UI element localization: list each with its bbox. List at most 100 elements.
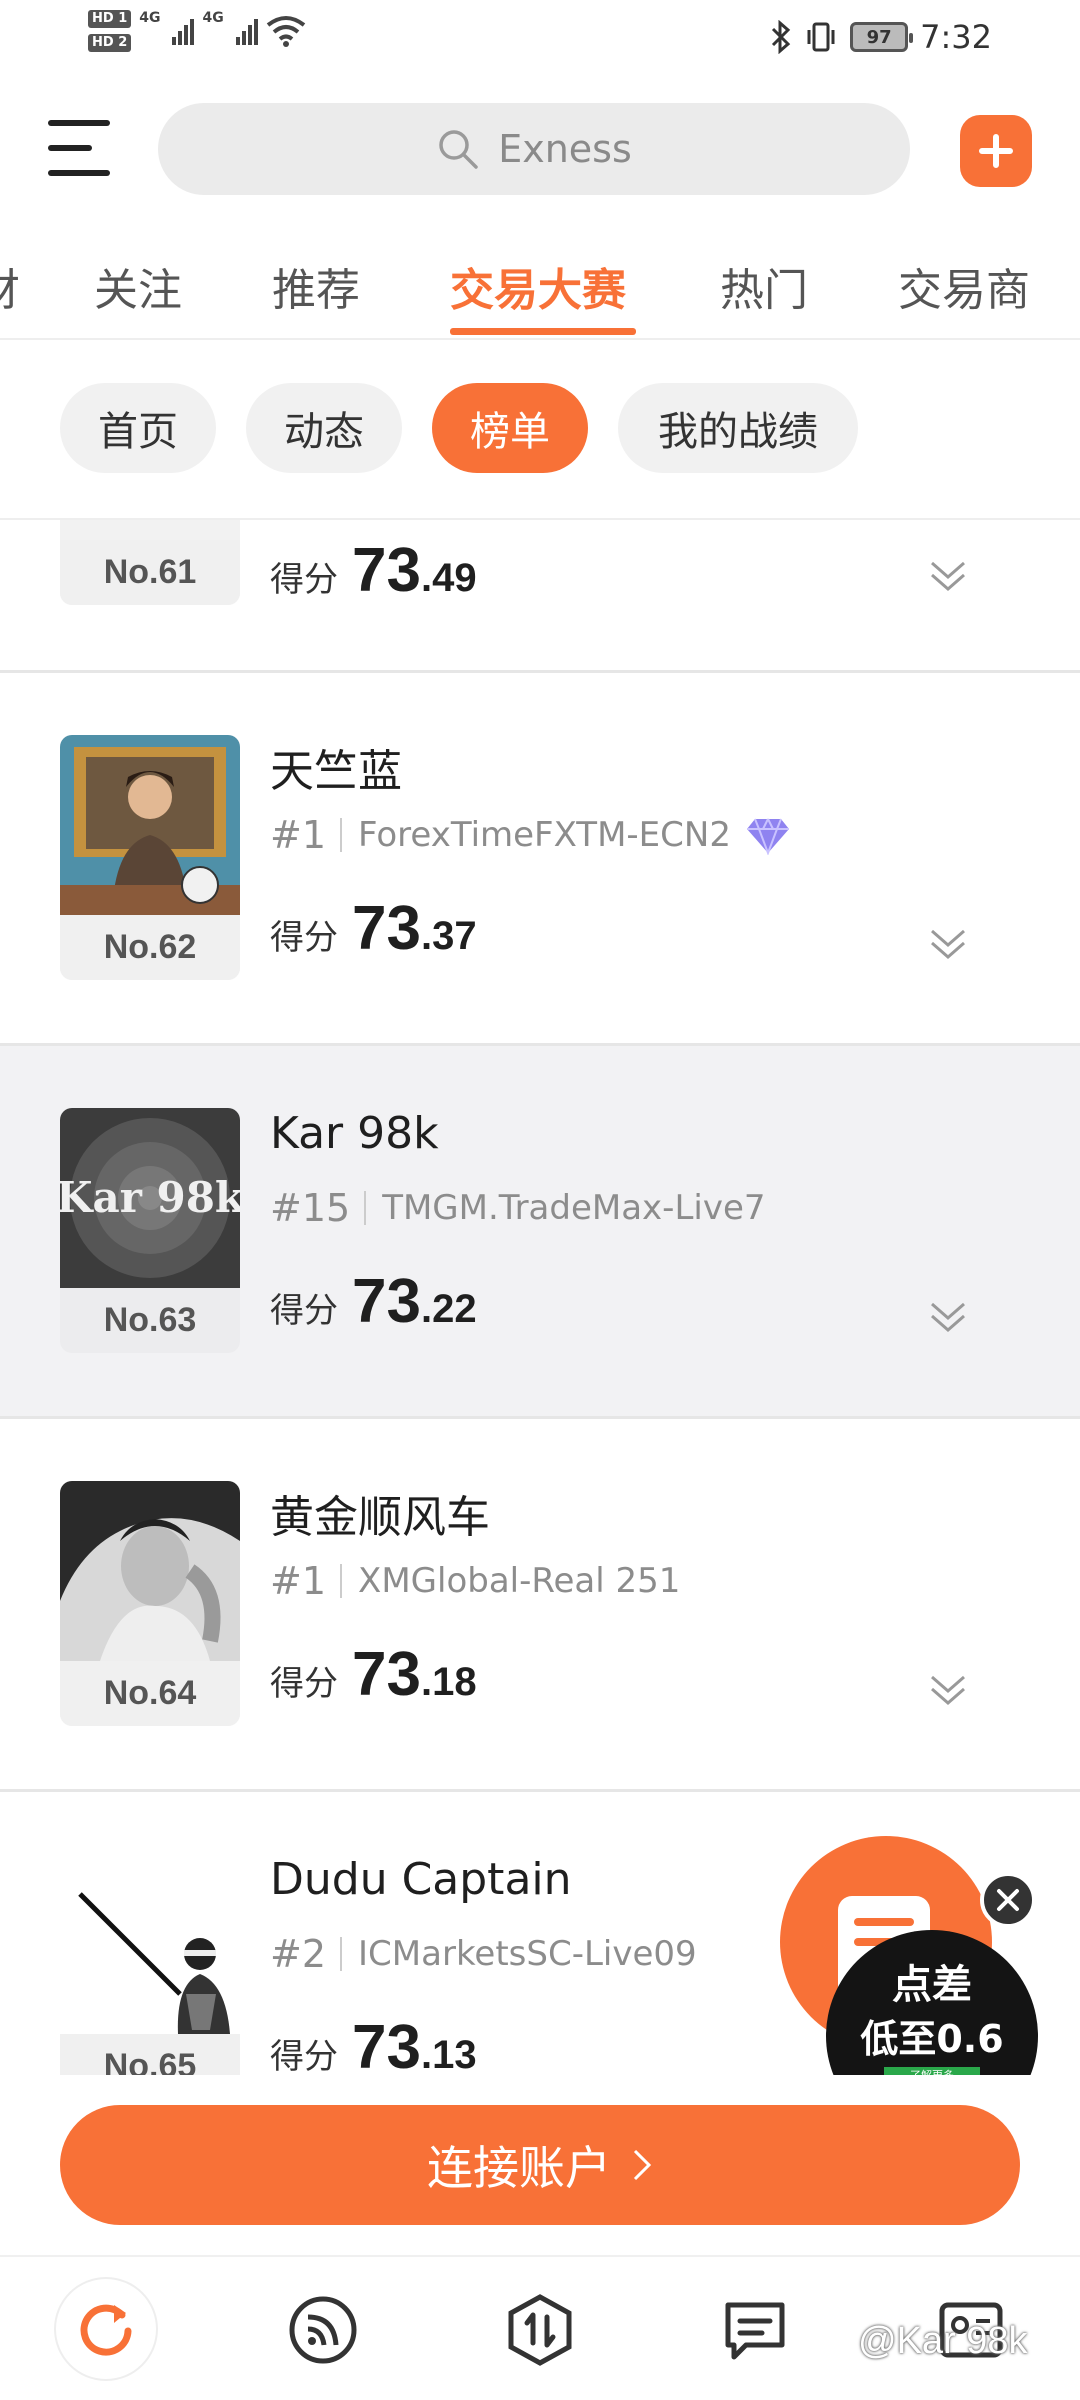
subtab-home[interactable]: 首页 bbox=[60, 383, 216, 473]
tab-partial[interactable]: 财 bbox=[0, 254, 20, 318]
score-decimal: .49 bbox=[420, 556, 477, 600]
connect-bar: 连接账户 bbox=[0, 2075, 1080, 2255]
subtab-leaderboard-label: 榜单 bbox=[470, 409, 550, 455]
plus-icon bbox=[979, 134, 1013, 168]
avatar-image bbox=[60, 1854, 240, 2034]
network-type-1: 4G bbox=[139, 10, 161, 26]
app-header: Exness bbox=[0, 100, 1080, 200]
score-label: 得分 bbox=[270, 918, 338, 958]
trader-meta: #15 TMGM.TradeMax-Live7 bbox=[270, 1186, 766, 1230]
nav-messages[interactable] bbox=[712, 2287, 798, 2373]
search-placeholder: Exness bbox=[498, 127, 632, 171]
network-type-2: 4G bbox=[202, 10, 224, 26]
score-label: 得分 bbox=[270, 2037, 338, 2075]
avatar-image bbox=[60, 1481, 240, 1661]
category-tabs: 财 关注 推荐 交易大赛 热门 交易商 bbox=[0, 240, 1080, 340]
search-icon bbox=[439, 130, 478, 169]
score-label: 得分 bbox=[270, 1291, 338, 1331]
menu-button[interactable] bbox=[48, 120, 110, 176]
tab-follow[interactable]: 关注 bbox=[94, 254, 182, 318]
ad-title: 点差 bbox=[892, 1962, 972, 2008]
nav-feed[interactable] bbox=[280, 2287, 366, 2373]
close-icon bbox=[997, 1889, 1019, 1911]
add-button[interactable] bbox=[960, 115, 1032, 187]
subtab-feed-label: 动态 bbox=[284, 409, 364, 455]
expand-chevron-icon[interactable] bbox=[928, 1669, 968, 1709]
trader-number: #15 bbox=[270, 1186, 351, 1230]
trade-hexagon-icon bbox=[508, 2294, 572, 2366]
score-decimal: .37 bbox=[420, 914, 477, 958]
avatar-image: Kar 98k bbox=[60, 1108, 240, 1288]
trader-meta: #2 ICMarketsSC-Live09 bbox=[270, 1932, 697, 1976]
signal-icon bbox=[172, 17, 195, 45]
nav-home[interactable] bbox=[56, 2279, 156, 2379]
expand-chevron-icon[interactable] bbox=[928, 555, 968, 595]
watermark: @Kar 98k bbox=[858, 2320, 1028, 2362]
meta-separator bbox=[340, 818, 343, 852]
leaderboard-row[interactable]: Kar 98k No.63 Kar 98k #15 TMGM.TradeMax-… bbox=[0, 1046, 1080, 1419]
rank-badge: No.62 bbox=[60, 915, 240, 980]
tab-brokers[interactable]: 交易商 bbox=[898, 254, 1030, 318]
battery-indicator: 97 bbox=[850, 22, 914, 52]
search-bar[interactable]: Exness bbox=[158, 103, 910, 195]
rss-icon bbox=[289, 2296, 357, 2364]
broker-server: TMGM.TradeMax-Live7 bbox=[382, 1188, 766, 1228]
leaderboard-row[interactable]: No.62 天竺蓝 #1 ForexTimeFXTM-ECN2 得分 73 .3… bbox=[0, 673, 1080, 1046]
tab-recommend[interactable]: 推荐 bbox=[272, 254, 360, 318]
score-decimal: .22 bbox=[420, 1287, 477, 1331]
subtab-my-record[interactable]: 我的战绩 bbox=[618, 383, 858, 473]
score-label: 得分 bbox=[270, 1664, 338, 1704]
diamond-icon bbox=[746, 818, 789, 855]
meta-separator bbox=[364, 1191, 367, 1225]
score-decimal: .13 bbox=[420, 2033, 477, 2075]
tab-trading-contest[interactable]: 交易大赛 bbox=[450, 254, 626, 318]
trader-number: #1 bbox=[270, 1559, 327, 1603]
avatar: Kar 98k No.63 bbox=[60, 1108, 240, 1353]
sub-tabs: 首页 动态 榜单 我的战绩 bbox=[0, 383, 1080, 473]
status-right: 97 7:32 bbox=[770, 18, 992, 56]
signal-icon bbox=[235, 17, 258, 45]
score: 得分 73 .18 bbox=[270, 1639, 477, 1710]
rank-badge: No.65 bbox=[60, 2034, 240, 2075]
score-integer: 73 bbox=[352, 1267, 421, 1336]
trader-name: 黄金顺风车 bbox=[270, 1492, 490, 1543]
tab-hot[interactable]: 热门 bbox=[720, 254, 808, 318]
broker-server: XMGlobal-Real 251 bbox=[358, 1561, 681, 1601]
nav-trade[interactable] bbox=[497, 2287, 583, 2373]
trader-meta: #1 XMGlobal-Real 251 bbox=[270, 1559, 680, 1603]
score-decimal: .18 bbox=[420, 1660, 477, 1704]
message-icon bbox=[725, 2302, 785, 2360]
avatar: No.65 bbox=[60, 1854, 240, 2075]
expand-chevron-icon[interactable] bbox=[928, 923, 968, 963]
sim2-indicator: HD 2 bbox=[88, 34, 132, 52]
leaderboard-row[interactable]: No.61 得分 73 .49 bbox=[0, 520, 1080, 673]
score: 得分 73 .13 bbox=[270, 2012, 477, 2075]
refresh-icon bbox=[80, 2304, 132, 2356]
trader-name: Kar 98k bbox=[270, 1108, 439, 1159]
avatar: No.64 bbox=[60, 1481, 240, 1726]
subtab-leaderboard[interactable]: 榜单 bbox=[432, 383, 588, 473]
status-bar: HD 1 HD 2 4G 4G 97 7:32 bbox=[0, 0, 1080, 80]
broker-server: ICMarketsSC-Live09 bbox=[358, 1934, 697, 1974]
broker-server: ForexTimeFXTM-ECN2 bbox=[358, 815, 731, 855]
active-tab-indicator bbox=[450, 328, 636, 335]
close-ad-button[interactable] bbox=[980, 1872, 1036, 1928]
connect-account-button[interactable]: 连接账户 bbox=[60, 2105, 1020, 2225]
vibrate-icon bbox=[807, 22, 835, 52]
trader-name: Dudu Captain bbox=[270, 1854, 572, 1905]
score-integer: 73 bbox=[352, 536, 421, 605]
rank-badge: No.64 bbox=[60, 1661, 240, 1726]
ad-subtitle: 低至0.6 bbox=[860, 2017, 1004, 2061]
meta-separator bbox=[340, 1564, 343, 1598]
avatar-image bbox=[60, 735, 240, 915]
subtab-feed[interactable]: 动态 bbox=[246, 383, 402, 473]
trader-number: #2 bbox=[270, 1932, 327, 1976]
trader-number: #1 bbox=[270, 813, 327, 857]
score: 得分 73 .49 bbox=[270, 535, 477, 606]
score: 得分 73 .37 bbox=[270, 893, 477, 964]
clock: 7:32 bbox=[920, 18, 992, 56]
leaderboard-row[interactable]: No.64 黄金顺风车 #1 XMGlobal-Real 251 得分 73 .… bbox=[0, 1419, 1080, 1792]
rank-badge: No.63 bbox=[60, 1288, 240, 1353]
expand-chevron-icon[interactable] bbox=[928, 1296, 968, 1336]
chevron-right-icon bbox=[633, 2149, 652, 2181]
